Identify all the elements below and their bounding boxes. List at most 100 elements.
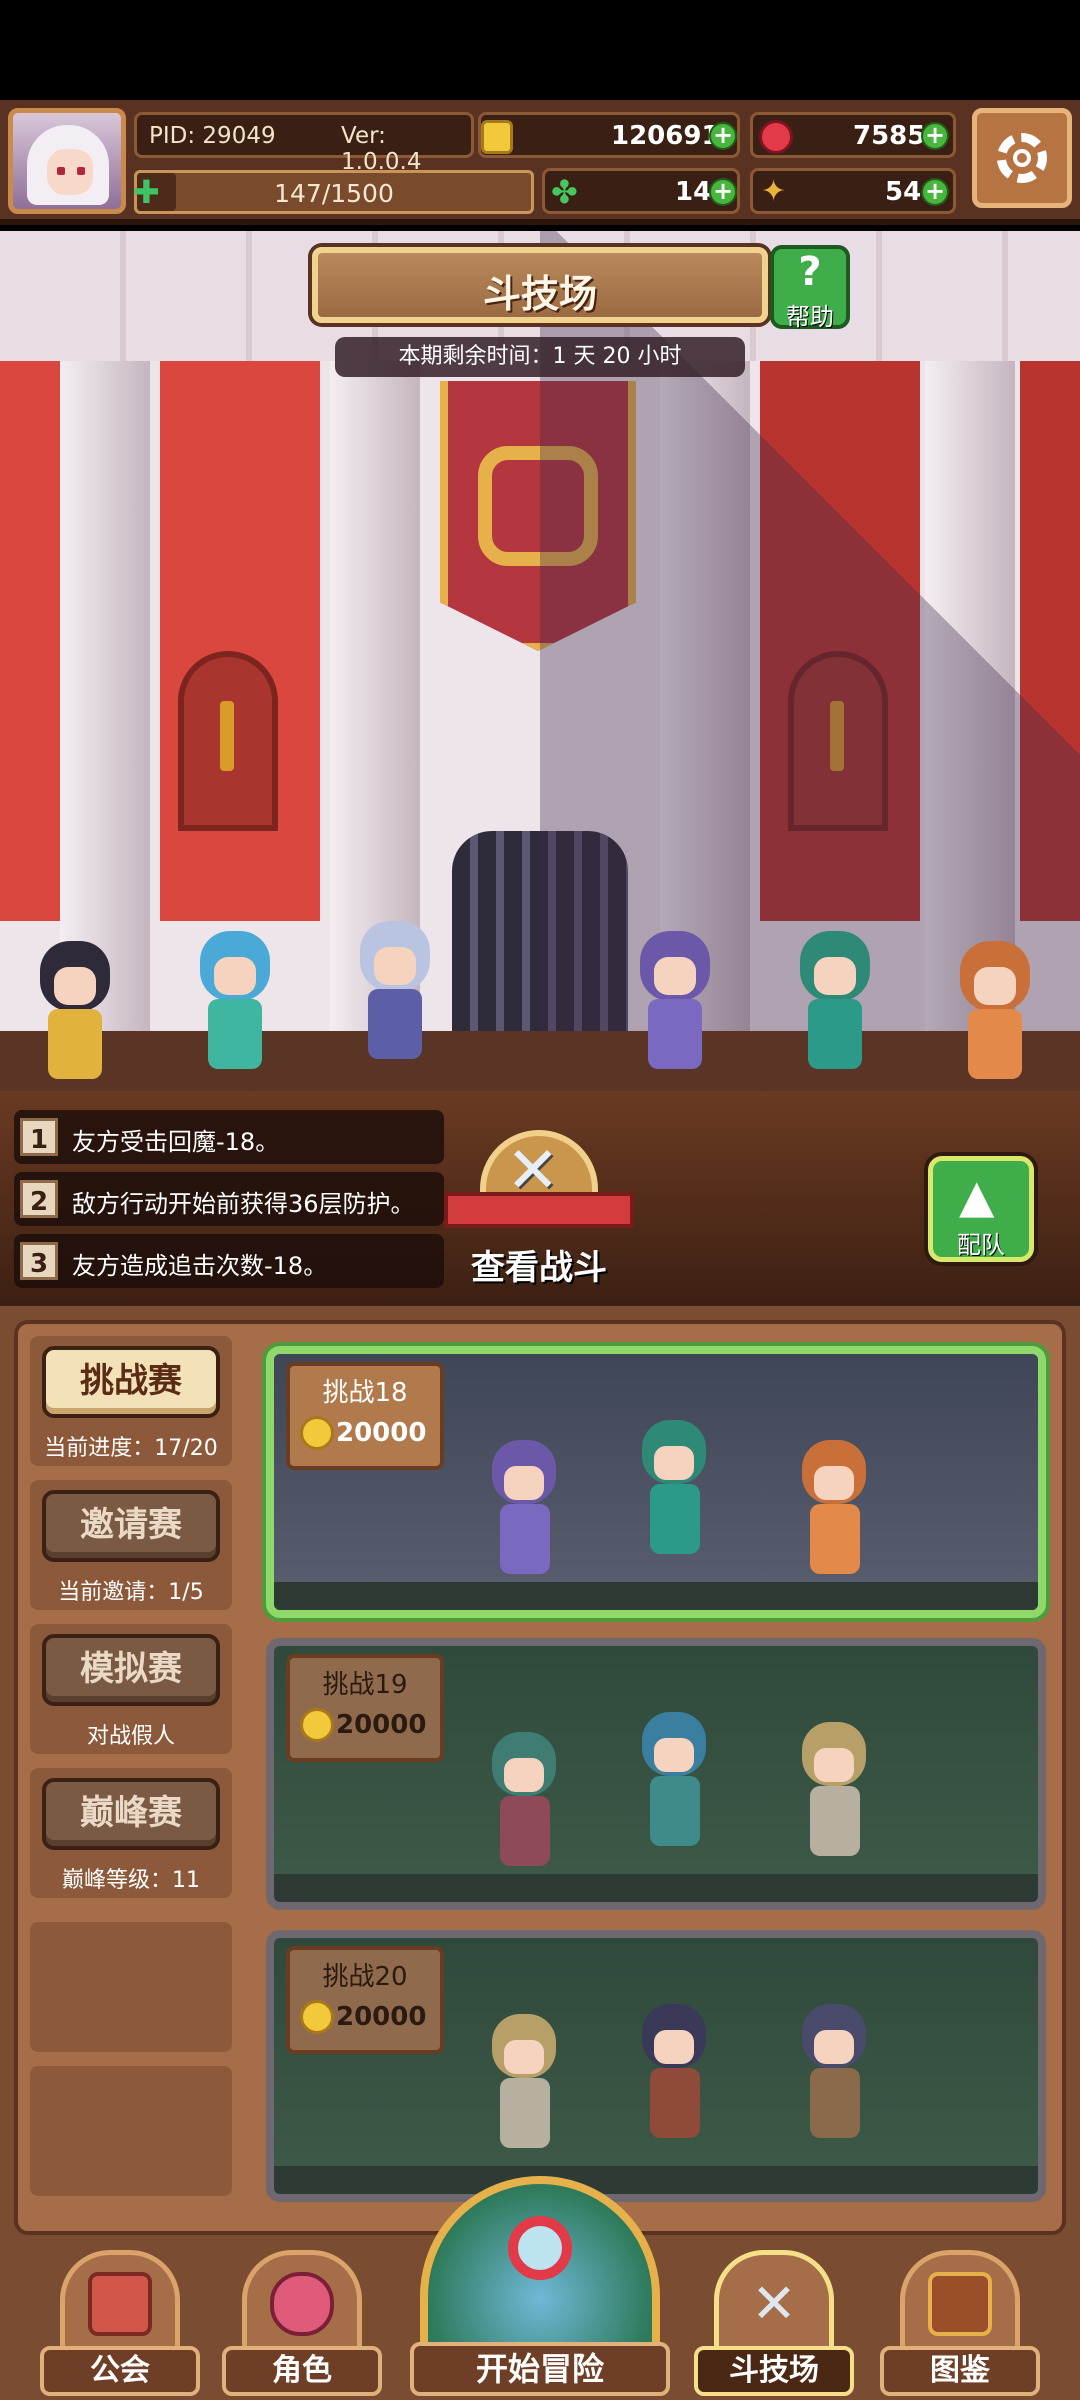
ally-hero-witch [20, 931, 130, 1081]
game-version: Ver: 1.0.0.4 [341, 123, 422, 175]
opponent-hero [474, 1726, 574, 1876]
gold-coin-icon [300, 1708, 334, 1742]
nav-character-label: 角色 [222, 2346, 382, 2396]
modifier-number: 3 [20, 1242, 58, 1280]
help-label: 帮助 [786, 303, 834, 331]
hero-face [974, 967, 1016, 1005]
opponent-hero [624, 1414, 724, 1564]
opponent-hero [474, 2008, 574, 2158]
hero-body [810, 1786, 860, 1856]
codex-book-icon [928, 2272, 992, 2336]
gold-box: 120691 + [478, 112, 740, 158]
add-clover-button[interactable]: + [709, 178, 737, 206]
hero-body [808, 999, 862, 1069]
gem-amount: 7585 [853, 121, 926, 151]
team-icon: ▲ [959, 1169, 995, 1223]
hero-body [208, 999, 262, 1069]
hero-face [54, 967, 96, 1005]
mode-peak-level: 巅峰等级：11 [62, 1868, 200, 1893]
guild-house-icon [88, 2272, 152, 2336]
view-fight-label[interactable]: 查看战斗 [444, 1240, 634, 1289]
battle-modifier: 2 敌方行动开始前获得36层防护。 [14, 1172, 444, 1226]
red-wall-panel [0, 361, 60, 921]
opponent-hero [784, 1434, 884, 1584]
status-strip [0, 0, 1080, 100]
enemy-hero-beast [940, 931, 1050, 1081]
sword-emblem-icon [220, 701, 234, 771]
challenge-card[interactable]: 挑战18 20000 [266, 1346, 1046, 1618]
view-fight-button[interactable]: ✕ [444, 1130, 634, 1240]
nav-character[interactable]: 角色 [222, 2250, 382, 2400]
red-gem-icon [759, 120, 793, 154]
nav-start-adventure[interactable]: 开始冒险 [410, 2176, 670, 2400]
card-ground [274, 1582, 1038, 1610]
hero-body [650, 1776, 700, 1846]
clover-icon: ✤ [551, 173, 578, 211]
modifier-text: 友方造成追击次数-18。 [72, 1252, 328, 1280]
ally-hero-knight [340, 911, 450, 1061]
challenge-label: 挑战20 [322, 1962, 408, 1992]
empty-mode-slot [30, 1922, 232, 2052]
clover-amount: 14 [675, 177, 712, 207]
gold-coin-icon [481, 120, 513, 154]
hero-face [504, 1758, 544, 1792]
mode-simulation-subtitle: 对战假人 [86, 1724, 175, 1749]
nav-codex-label: 图鉴 [880, 2346, 1040, 2396]
avatar-face [47, 149, 93, 195]
key-amount: 54 [885, 177, 922, 207]
add-gold-button[interactable]: + [709, 122, 737, 150]
challenge-reward: 20000 [336, 1418, 427, 1448]
battle-modifier: 3 友方造成追击次数-18。 [14, 1234, 444, 1288]
hero-face [654, 1446, 694, 1480]
challenge-card[interactable]: 挑战20 20000 [266, 1930, 1046, 2202]
hero-face [504, 1466, 544, 1500]
empty-mode-slot [30, 2066, 232, 2196]
gear-icon-core [1013, 149, 1031, 167]
hero-body [48, 1009, 102, 1079]
enemy-hero-medusa [780, 921, 890, 1071]
challenge-card[interactable]: 挑战19 20000 [266, 1638, 1046, 1910]
modifier-number: 2 [20, 1180, 58, 1218]
ally-hero-mushroom [180, 921, 290, 1071]
hero-face [654, 1738, 694, 1772]
enemy-hero-horned [620, 921, 730, 1071]
mode-sidebar: 挑战赛 当前进度：17/20 邀请赛 当前邀请：1/5 模拟赛 对战假人 巅峰赛… [30, 1336, 232, 2216]
character-icon [270, 2272, 334, 2336]
mode-slot: 挑战赛 当前进度：17/20 [30, 1336, 232, 1466]
mode-challenge-button[interactable]: 挑战赛 [42, 1346, 220, 1418]
team-setup-label: 配队 [957, 1231, 1005, 1259]
hero-face [504, 2040, 544, 2074]
top-resource-bar: PID: 29049 Ver: 1.0.0.4 120691 + 7585 + … [0, 100, 1080, 225]
nav-arena[interactable]: ✕ 斗技场 [694, 2250, 854, 2400]
pid-version-box: PID: 29049 Ver: 1.0.0.4 [134, 112, 474, 175]
mode-simulation-button[interactable]: 模拟赛 [42, 1634, 220, 1706]
nav-guild[interactable]: 公会 [40, 2250, 200, 2400]
settings-button[interactable] [972, 108, 1072, 208]
mode-peak-button[interactable]: 巅峰赛 [42, 1778, 220, 1850]
gold-amount: 120691 [611, 121, 720, 151]
hero-body [650, 1484, 700, 1554]
help-button[interactable]: ? 帮助 [770, 245, 850, 331]
crossed-swords-icon: ✕ [751, 2272, 797, 2335]
hero-body [968, 1009, 1022, 1079]
hero-face [654, 957, 696, 995]
hero-face [814, 1466, 854, 1500]
hero-body [650, 2068, 700, 2138]
key-box: ✦ 54 + [750, 168, 956, 214]
player-avatar[interactable] [8, 108, 126, 214]
team-setup-button[interactable]: ▲ 配队 [928, 1156, 1034, 1262]
opponent-hero [624, 1998, 724, 2148]
energy-bar: ✚ 147/1500 [133, 170, 534, 214]
nav-codex[interactable]: 图鉴 [880, 2250, 1040, 2400]
opponent-hero [624, 1706, 724, 1856]
mode-invite-button[interactable]: 邀请赛 [42, 1490, 220, 1562]
hero-face [814, 2030, 854, 2064]
modifier-text: 友方受击回魔-18。 [72, 1128, 280, 1156]
season-timer: 本期剩余时间：1 天 20 小时 [335, 337, 745, 377]
hero-body [500, 1796, 550, 1866]
add-gems-button[interactable]: + [921, 122, 949, 150]
add-keys-button[interactable]: + [921, 178, 949, 206]
nav-adventure-label: 开始冒险 [410, 2342, 670, 2396]
mode-slot: 巅峰赛 巅峰等级：11 [30, 1768, 232, 1898]
nav-arena-label: 斗技场 [694, 2346, 854, 2396]
